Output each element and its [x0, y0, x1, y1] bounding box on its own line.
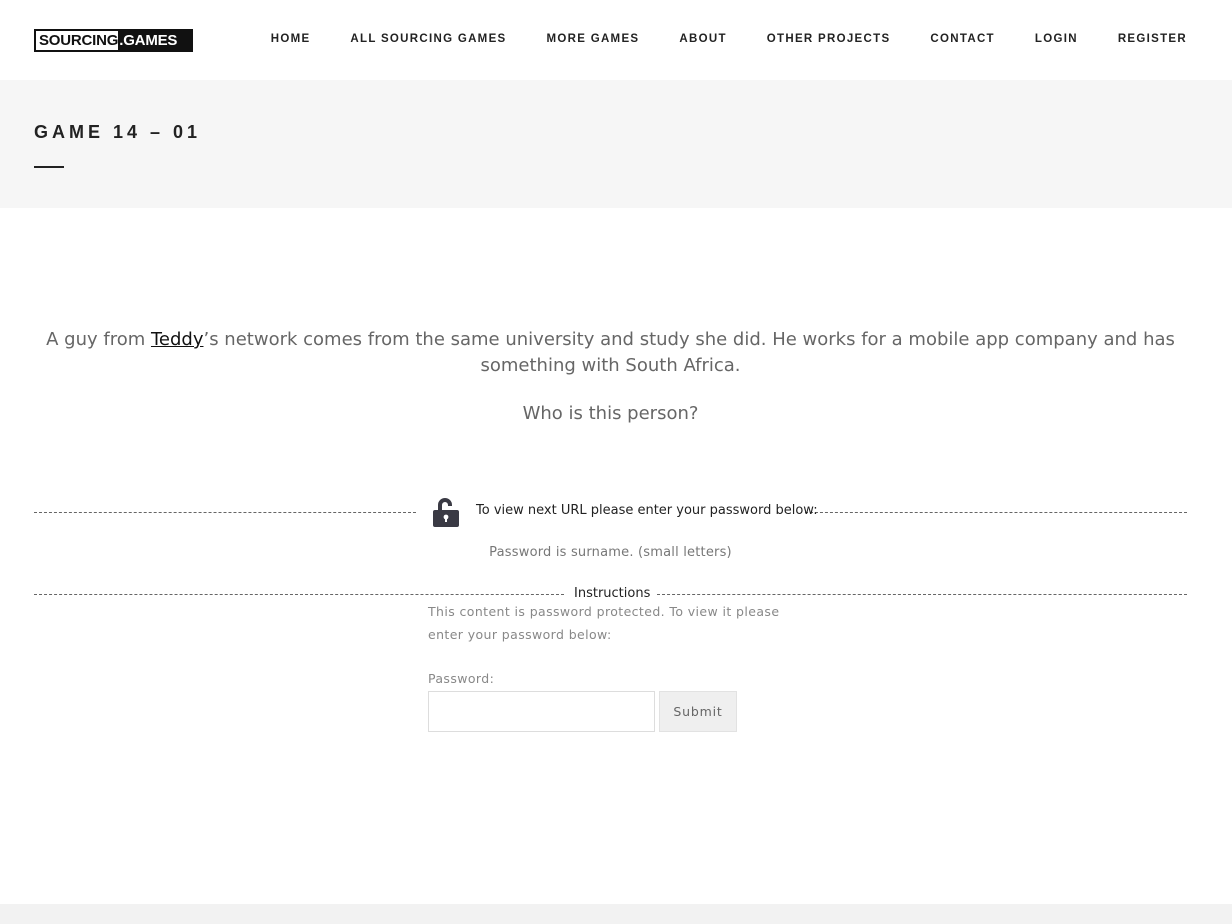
nav-login[interactable]: LOGIN [1035, 32, 1078, 46]
site-logo[interactable]: SOURCING .GAMES [34, 29, 193, 52]
nav-all-sourcing-games[interactable]: ALL SOURCING GAMES [350, 32, 506, 46]
footer-band [0, 904, 1232, 924]
title-band: GAME 14 – 01 [0, 80, 1232, 208]
submit-button[interactable]: Submit [659, 691, 737, 732]
lock-message: To view next URL please enter your passw… [476, 503, 818, 518]
nav-home[interactable]: HOME [271, 32, 311, 46]
unlock-icon [433, 498, 459, 527]
question-prompt: Who is this person? [522, 403, 699, 424]
instructions-label: Instructions [574, 586, 651, 601]
protected-notice: This content is password protected. To v… [428, 604, 780, 642]
divider-right [805, 512, 1187, 513]
page-title: GAME 14 – 01 [34, 122, 202, 142]
site-header: SOURCING .GAMES HOME ALL SOURCING GAMES … [0, 0, 1232, 80]
logo-text-right: .GAMES [118, 31, 191, 50]
nav-register[interactable]: REGISTER [1118, 32, 1187, 46]
nav-other-projects[interactable]: OTHER PROJECTS [767, 32, 891, 46]
password-input[interactable] [428, 691, 655, 732]
title-underline [34, 166, 64, 168]
teddy-link[interactable]: Teddy [151, 329, 204, 350]
password-label: Password: [428, 671, 495, 686]
instructions-divider-left [34, 594, 564, 595]
logo-text-left: SOURCING [36, 31, 118, 50]
nav-contact[interactable]: CONTACT [930, 32, 994, 46]
question-text: A guy from Teddy’s network comes from th… [34, 327, 1187, 379]
nav-more-games[interactable]: MORE GAMES [547, 32, 640, 46]
nav-about[interactable]: ABOUT [679, 32, 726, 46]
question-post: ’s network comes from the same universit… [203, 329, 1175, 376]
main-nav: HOME ALL SOURCING GAMES MORE GAMES ABOUT… [231, 32, 1187, 46]
question-pre: A guy from [46, 329, 151, 350]
divider-left [34, 512, 416, 513]
instructions-divider-right [657, 594, 1187, 595]
password-hint: Password is surname. (small letters) [489, 545, 732, 560]
